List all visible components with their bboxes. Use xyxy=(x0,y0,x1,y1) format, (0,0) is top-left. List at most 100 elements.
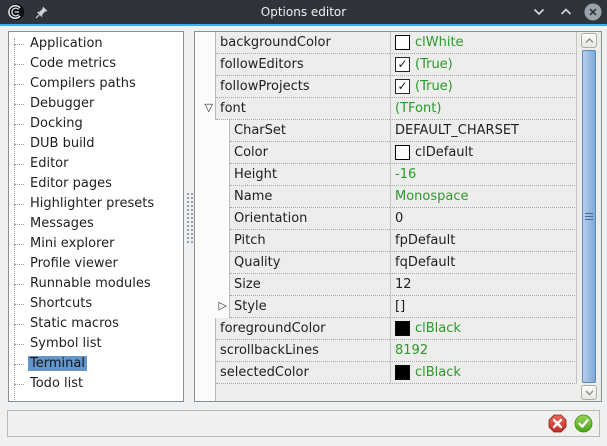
property-name: backgroundColor xyxy=(216,32,390,54)
sidebar-item-code-metrics[interactable]: Code metrics xyxy=(9,54,183,74)
expand-triangle-icon[interactable]: ▷ xyxy=(219,299,227,313)
property-name: followEditors xyxy=(216,54,390,76)
sidebar-item-highlighter-presets[interactable]: Highlighter presets xyxy=(9,194,183,214)
property-value-text: clBlack xyxy=(415,321,461,336)
property-value-cell[interactable]: clWhite xyxy=(390,32,577,54)
accept-button[interactable] xyxy=(574,414,593,433)
empty-grid-area xyxy=(195,384,581,401)
sidebar-item-profile-viewer[interactable]: Profile viewer xyxy=(9,254,183,274)
property-row-selectedColor[interactable]: selectedColor clBlack xyxy=(195,362,581,384)
property-value-cell[interactable]: ✓(True) xyxy=(390,76,577,98)
sidebar-item-label: Editor pages xyxy=(28,176,114,191)
scrollbar-thumb[interactable] xyxy=(582,50,596,383)
checkbox-checked[interactable]: ✓ xyxy=(395,57,410,72)
vertical-scrollbar[interactable] xyxy=(581,33,597,400)
sidebar-item-messages[interactable]: Messages xyxy=(9,214,183,234)
panel-splitter-handle[interactable] xyxy=(186,192,194,244)
property-value-text: clBlack xyxy=(415,365,461,380)
sidebar-item-label: Application xyxy=(28,36,105,51)
property-row-Quality[interactable]: QualityfqDefault xyxy=(195,252,581,274)
property-value-text: (TFont) xyxy=(395,101,441,116)
property-name: followProjects xyxy=(216,76,390,98)
property-value-text: -16 xyxy=(395,167,416,182)
property-name: selectedColor xyxy=(216,362,390,384)
sidebar-item-application[interactable]: Application xyxy=(9,34,183,54)
sidebar-item-static-macros[interactable]: Static macros xyxy=(9,314,183,334)
maximize-chevron-up-icon[interactable] xyxy=(557,3,575,21)
property-value-cell[interactable]: clDefault xyxy=(390,142,577,164)
property-value-cell[interactable]: clBlack xyxy=(390,318,577,340)
sidebar-item-runnable-modules[interactable]: Runnable modules xyxy=(9,274,183,294)
property-name: font xyxy=(216,98,390,120)
close-button[interactable] xyxy=(584,3,602,21)
row-indent-gutter xyxy=(195,142,230,164)
property-row-foregroundColor[interactable]: foregroundColor clBlack xyxy=(195,318,581,340)
titlebar-accent-line xyxy=(0,24,607,26)
color-swatch xyxy=(395,35,410,50)
row-indent-gutter: ▷ xyxy=(195,296,230,318)
property-value-cell[interactable]: ✓(True) xyxy=(390,54,577,76)
sidebar-item-dub-build[interactable]: DUB build xyxy=(9,134,183,154)
collapse-triangle-icon[interactable]: ▽ xyxy=(205,101,213,115)
property-row-Orientation[interactable]: Orientation0 xyxy=(195,208,581,230)
property-row-Height[interactable]: Height -16 xyxy=(195,164,581,186)
property-value-cell[interactable]: 0 xyxy=(390,208,577,230)
property-value-text: Monospace xyxy=(395,189,469,204)
property-name: Size xyxy=(230,274,390,296)
sidebar-item-label: Profile viewer xyxy=(28,256,120,271)
property-value-cell[interactable]: 8192 xyxy=(390,340,577,362)
sidebar-item-debugger[interactable]: Debugger xyxy=(9,94,183,114)
sidebar-item-label: Runnable modules xyxy=(28,276,153,291)
property-name: Height xyxy=(230,164,390,186)
property-row-Pitch[interactable]: PitchfpDefault xyxy=(195,230,581,252)
cancel-button[interactable] xyxy=(548,414,567,433)
property-value-text: fpDefault xyxy=(395,233,455,248)
color-swatch xyxy=(395,365,410,380)
property-value-text: 8192 xyxy=(395,343,428,358)
sidebar-item-editor[interactable]: Editor xyxy=(9,154,183,174)
scroll-up-button[interactable] xyxy=(581,33,597,48)
property-value-cell[interactable]: 12 xyxy=(390,274,577,296)
property-row-followProjects[interactable]: followProjects✓(True) xyxy=(195,76,581,98)
property-name: foregroundColor xyxy=(216,318,390,340)
property-name: Style xyxy=(230,296,390,318)
property-value-cell[interactable]: (TFont) xyxy=(390,98,577,120)
row-indent-gutter xyxy=(195,54,216,76)
sidebar-item-compilers-paths[interactable]: Compilers paths xyxy=(9,74,183,94)
sidebar-item-todo-list[interactable]: Todo list xyxy=(9,374,183,394)
property-row-Size[interactable]: Size 12 xyxy=(195,274,581,296)
row-indent-gutter xyxy=(195,120,230,142)
sidebar-item-mini-explorer[interactable]: Mini explorer xyxy=(9,234,183,254)
property-value-cell[interactable]: DEFAULT_CHARSET xyxy=(390,120,577,142)
property-value-cell[interactable]: clBlack xyxy=(390,362,577,384)
row-indent-gutter xyxy=(195,76,216,98)
sidebar-item-terminal[interactable]: Terminal xyxy=(9,354,183,374)
property-row-Color[interactable]: ColorclDefault xyxy=(195,142,581,164)
sidebar-item-label: Terminal xyxy=(28,356,87,371)
property-row-scrollbackLines[interactable]: scrollbackLines8192 xyxy=(195,340,581,362)
minimize-chevron-down-icon[interactable] xyxy=(530,3,548,21)
property-value-cell[interactable]: fqDefault xyxy=(390,252,577,274)
property-row-font[interactable]: ▽font (TFont) xyxy=(195,98,581,120)
property-value-cell[interactable]: -16 xyxy=(390,164,577,186)
property-row-followEditors[interactable]: followEditors✓(True) xyxy=(195,54,581,76)
property-value-cell[interactable]: Monospace xyxy=(390,186,577,208)
sidebar-item-docking[interactable]: Docking xyxy=(9,114,183,134)
property-value-text: 12 xyxy=(395,277,412,292)
scroll-down-button[interactable] xyxy=(581,385,597,400)
sidebar-item-editor-pages[interactable]: Editor pages xyxy=(9,174,183,194)
category-tree-panel: Application Code metricsCompilers pathsDe… xyxy=(8,31,184,402)
property-row-Style[interactable]: ▷Style [] xyxy=(195,296,581,318)
color-swatch xyxy=(395,145,410,160)
checkbox-checked[interactable]: ✓ xyxy=(395,79,410,94)
property-value-cell[interactable]: fpDefault xyxy=(390,230,577,252)
row-indent-gutter xyxy=(195,274,230,296)
property-row-CharSet[interactable]: CharSetDEFAULT_CHARSET xyxy=(195,120,581,142)
property-value-text: [] xyxy=(395,299,405,314)
property-value-cell[interactable]: [] xyxy=(390,296,577,318)
scrollbar-grip-icon xyxy=(585,213,593,221)
property-row-backgroundColor[interactable]: backgroundColorclWhite xyxy=(195,32,581,54)
sidebar-item-shortcuts[interactable]: Shortcuts xyxy=(9,294,183,314)
sidebar-item-symbol-list[interactable]: Symbol list xyxy=(9,334,183,354)
property-row-Name[interactable]: NameMonospace xyxy=(195,186,581,208)
